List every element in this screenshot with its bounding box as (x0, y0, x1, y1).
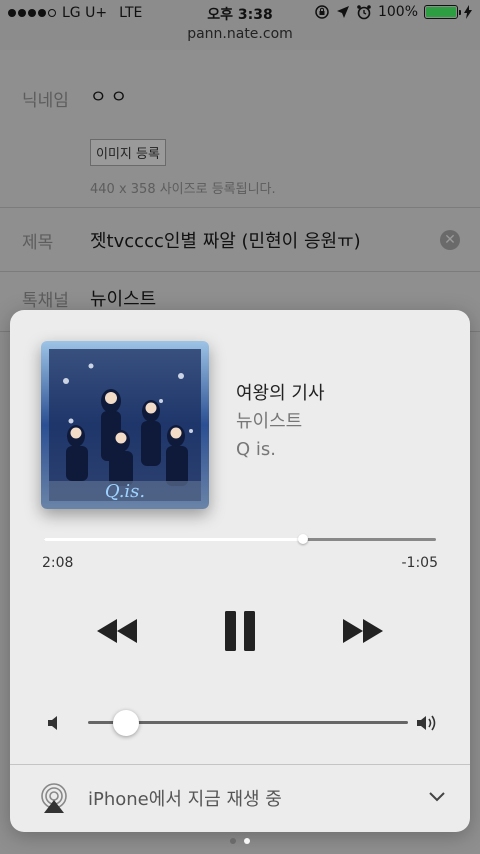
airplay-output-row[interactable]: iPhone에서 지금 재생 중 (10, 765, 470, 832)
status-bar: LG U+ LTE 오후 3:38 100% (0, 0, 480, 26)
channel-field[interactable]: 뉴이스트 (90, 285, 156, 311)
title-field[interactable]: 젯tvcccc인별 짜알 (민현이 응원ㅠ) (90, 227, 361, 253)
chevron-down-icon[interactable] (428, 791, 446, 803)
album-name: Q is. (236, 439, 276, 460)
elapsed-time: 2:08 (42, 555, 74, 571)
title-row: 제목 젯tvcccc인별 짜알 (민현이 응원ㅠ) ✕ (0, 208, 480, 272)
pause-button[interactable] (215, 606, 265, 656)
album-logo-text: Q.is. (105, 481, 145, 502)
nickname-row: 닉네임 ㅇㅇ 이미지 등록 440 x 358 사이즈로 등록됩니다. (0, 50, 480, 208)
rewind-button[interactable] (92, 606, 142, 656)
nickname-label: 닉네임 (22, 91, 69, 111)
page-dot-active[interactable] (244, 838, 250, 844)
battery-icon (424, 5, 461, 19)
rewind-icon (97, 619, 137, 643)
page-dot[interactable] (230, 838, 236, 844)
clear-icon[interactable]: ✕ (440, 230, 460, 250)
remaining-time: -1:05 (401, 555, 439, 571)
channel-label: 톡채널 (22, 291, 69, 311)
page-indicator (0, 838, 480, 844)
airplay-icon (41, 783, 67, 813)
volume-control (46, 708, 440, 738)
volume-high-icon (417, 715, 436, 731)
charging-icon (464, 5, 472, 19)
song-title: 여왕의 기사 (236, 383, 325, 404)
image-size-hint: 440 x 358 사이즈로 등록됩니다. (90, 182, 276, 197)
progress-played (44, 538, 303, 541)
battery-percent: 100% (377, 4, 418, 20)
progress-scrubber[interactable] (44, 534, 436, 544)
fast-forward-button[interactable] (338, 606, 388, 656)
volume-knob[interactable] (113, 710, 140, 736)
location-icon (336, 6, 349, 18)
nickname-field[interactable]: ㅇㅇ (90, 83, 131, 109)
volume-low-icon (48, 716, 57, 730)
album-art[interactable]: Q.is. (41, 341, 209, 509)
pause-icon (225, 611, 255, 651)
artist-name: 뉴이스트 (236, 411, 303, 432)
now-playing-card: Q.is. 여왕의 기사 뉴이스트 Q is. 2:08 -1:05 iPhon… (10, 310, 470, 832)
alarm-icon (357, 5, 371, 20)
rotation-lock-icon (315, 5, 329, 19)
airplay-label: iPhone에서 지금 재생 중 (88, 789, 282, 810)
fast-forward-icon (343, 619, 383, 643)
album-art-image: Q.is. (41, 341, 209, 509)
scrubber-knob[interactable] (297, 534, 308, 544)
url-bar[interactable]: pann.nate.com (0, 26, 480, 42)
title-label: 제목 (22, 233, 54, 253)
track-info[interactable]: 여왕의 기사 뉴이스트 Q is. (236, 380, 325, 464)
image-upload-button[interactable]: 이미지 등록 (90, 139, 166, 166)
